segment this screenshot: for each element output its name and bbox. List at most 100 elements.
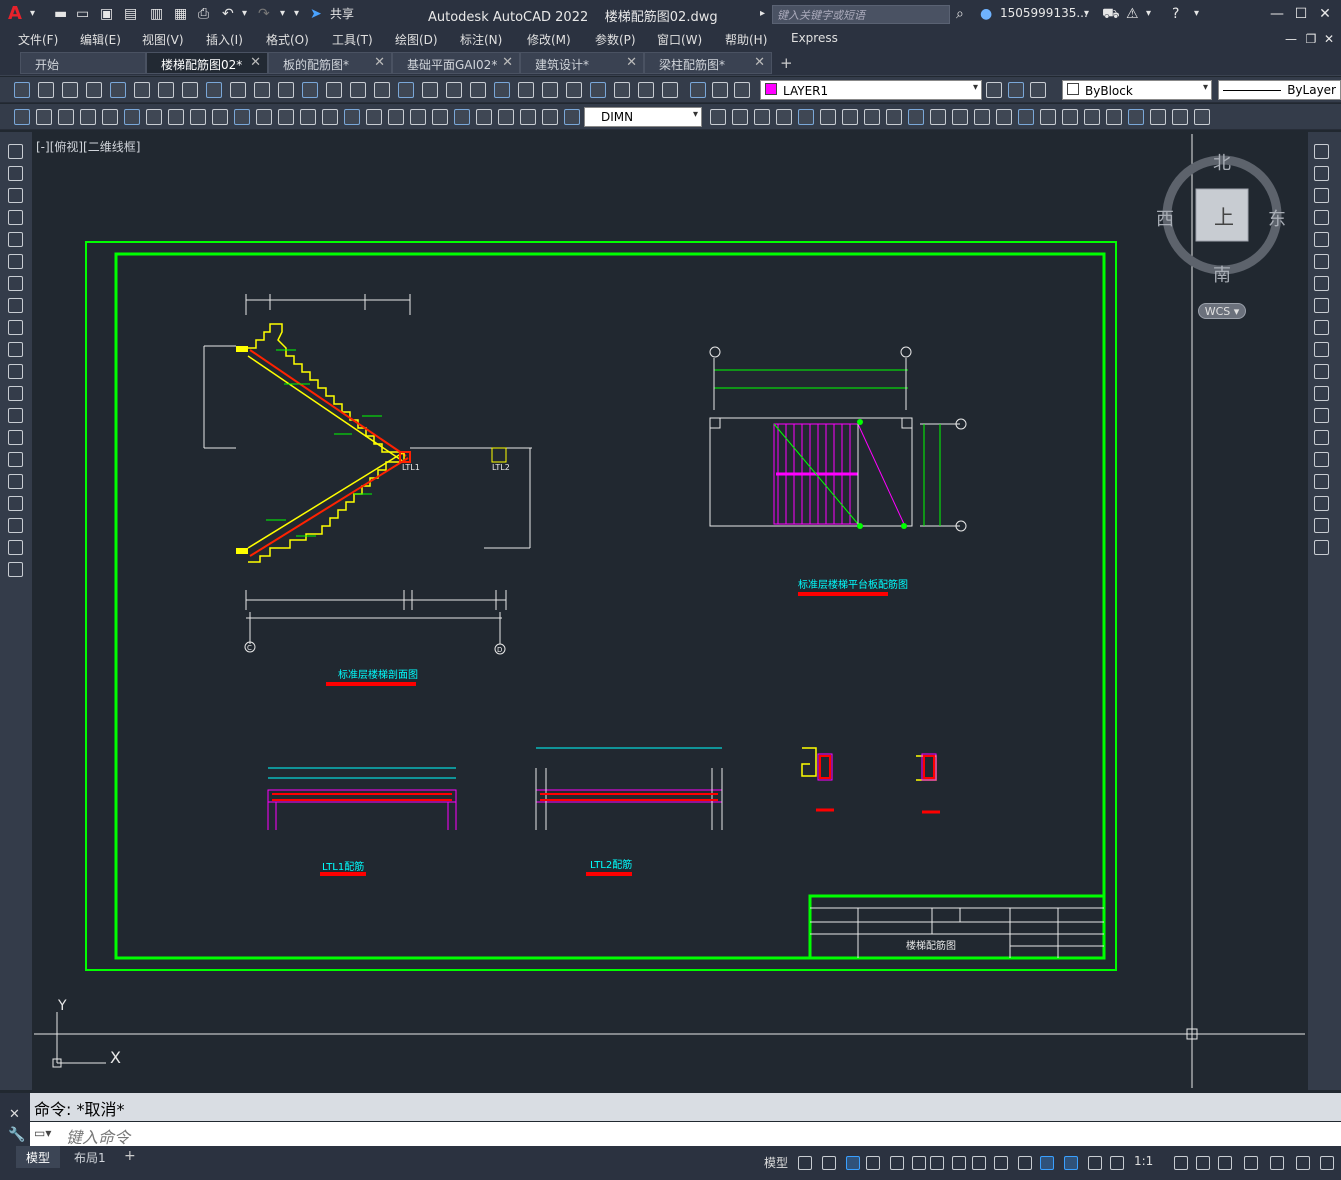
user-chevron-icon[interactable]: ▾ xyxy=(1084,6,1089,22)
dimension-tool-icon[interactable] xyxy=(168,109,184,125)
standard-tool-icon[interactable] xyxy=(230,82,246,98)
standard-tool-icon[interactable] xyxy=(302,82,318,98)
standard-tool-icon[interactable] xyxy=(86,82,102,98)
menu-edit[interactable]: 编辑(E) xyxy=(80,31,121,48)
dimension-tool-icon[interactable] xyxy=(864,109,880,125)
search-expand-icon[interactable]: ▸ xyxy=(760,6,765,22)
tab-architecture[interactable]: 建筑设计* ✕ xyxy=(520,52,644,74)
draw-tool-icon[interactable] xyxy=(8,540,23,555)
status-toggle-icon[interactable] xyxy=(1320,1156,1334,1170)
standard-tool-icon[interactable] xyxy=(422,82,438,98)
modify-tool-icon[interactable] xyxy=(1314,364,1329,379)
dimension-tool-icon[interactable] xyxy=(798,109,814,125)
publish-icon[interactable]: ▦ xyxy=(174,6,187,22)
dimension-tool-icon[interactable] xyxy=(498,109,514,125)
standard-tool-icon[interactable] xyxy=(326,82,342,98)
draw-tool-icon[interactable] xyxy=(8,320,23,335)
status-toggle-icon[interactable] xyxy=(1040,1156,1054,1170)
dimension-tool-icon[interactable] xyxy=(520,109,536,125)
standard-tool-icon[interactable] xyxy=(690,82,706,98)
standard-tool-icon[interactable] xyxy=(614,82,630,98)
modify-tool-icon[interactable] xyxy=(1314,276,1329,291)
command-close-icon[interactable]: ✕ xyxy=(9,1107,20,1122)
standard-tool-icon[interactable] xyxy=(134,82,150,98)
standard-tool-icon[interactable] xyxy=(14,82,30,98)
status-toggle-icon[interactable] xyxy=(846,1156,860,1170)
print-icon[interactable]: ⎙ xyxy=(198,6,209,22)
dimension-tool-icon[interactable] xyxy=(1172,109,1188,125)
close-icon[interactable]: ✕ xyxy=(1314,4,1336,24)
user-icon[interactable]: ● xyxy=(980,6,992,22)
modify-tool-icon[interactable] xyxy=(1314,210,1329,225)
dimension-tool-icon[interactable] xyxy=(710,109,726,125)
dimension-tool-icon[interactable] xyxy=(14,109,30,125)
layout-tab-layout1[interactable]: 布局1 xyxy=(64,1146,116,1168)
modify-tool-icon[interactable] xyxy=(1314,232,1329,247)
annotation-scale-button[interactable]: 1:1 xyxy=(1134,1154,1153,1168)
status-toggle-icon[interactable] xyxy=(952,1156,966,1170)
modify-tool-icon[interactable] xyxy=(1314,188,1329,203)
open-file-icon[interactable]: ▭ xyxy=(76,6,89,22)
dimension-tool-icon[interactable] xyxy=(1150,109,1166,125)
standard-tool-icon[interactable] xyxy=(446,82,462,98)
menu-file[interactable]: 文件(F) xyxy=(18,31,58,48)
modify-tool-icon[interactable] xyxy=(1314,320,1329,335)
doc-close-icon[interactable]: ✕ xyxy=(1318,29,1340,49)
standard-tool-icon[interactable] xyxy=(110,82,126,98)
standard-tool-icon[interactable] xyxy=(158,82,174,98)
modify-tool-icon[interactable] xyxy=(1314,254,1329,269)
standard-tool-icon[interactable] xyxy=(518,82,534,98)
dimension-tool-icon[interactable] xyxy=(886,109,902,125)
status-toggle-icon[interactable] xyxy=(1174,1156,1188,1170)
dimension-tool-icon[interactable] xyxy=(366,109,382,125)
status-toggle-icon[interactable] xyxy=(972,1156,986,1170)
menu-insert[interactable]: 插入(I) xyxy=(206,31,243,48)
linetype-dropdown[interactable]: ByLayer xyxy=(1218,80,1341,100)
dimension-tool-icon[interactable] xyxy=(732,109,748,125)
status-toggle-icon[interactable] xyxy=(890,1156,904,1170)
status-toggle-icon[interactable] xyxy=(1196,1156,1210,1170)
dimension-tool-icon[interactable] xyxy=(80,109,96,125)
dimension-tool-icon[interactable] xyxy=(1062,109,1078,125)
dimension-tool-icon[interactable] xyxy=(36,109,52,125)
redo-chevron-icon[interactable]: ▾ xyxy=(280,6,285,22)
dimension-tool-icon[interactable] xyxy=(102,109,118,125)
tab-close-icon[interactable]: ✕ xyxy=(374,55,385,70)
standard-tool-icon[interactable] xyxy=(566,82,582,98)
command-settings-wrench-icon[interactable]: 🔧 xyxy=(8,1127,25,1143)
model-space-button[interactable]: 模型 xyxy=(764,1154,788,1171)
standard-tool-icon[interactable] xyxy=(254,82,270,98)
menu-parametric[interactable]: 参数(P) xyxy=(595,31,636,48)
tab-close-icon[interactable]: ✕ xyxy=(250,55,261,70)
redo-icon[interactable]: ↷ xyxy=(258,6,270,22)
add-tab-icon[interactable]: + xyxy=(780,54,793,72)
dimstyle-dropdown[interactable]: DIMN ▾ xyxy=(584,107,702,127)
modify-tool-icon[interactable] xyxy=(1314,496,1329,511)
standard-tool-icon[interactable] xyxy=(374,82,390,98)
status-toggle-icon[interactable] xyxy=(866,1156,880,1170)
standard-tool-icon[interactable] xyxy=(712,82,728,98)
menu-express[interactable]: Express xyxy=(791,31,838,45)
status-toggle-icon[interactable] xyxy=(798,1156,812,1170)
dimension-tool-icon[interactable] xyxy=(1018,109,1034,125)
tab-start[interactable]: 开始 xyxy=(20,52,146,74)
user-account[interactable]: 1505999135... xyxy=(1000,6,1088,20)
dimension-tool-icon[interactable] xyxy=(1040,109,1056,125)
viewcube-east[interactable]: 东 xyxy=(1268,205,1286,231)
standard-tool-icon[interactable] xyxy=(494,82,510,98)
new-file-icon[interactable]: ▬ xyxy=(54,6,67,22)
viewcube-face-top[interactable]: 上 xyxy=(1214,201,1234,230)
share-button[interactable]: 共享 xyxy=(330,6,354,22)
dimension-tool-icon[interactable] xyxy=(234,109,250,125)
menu-dimension[interactable]: 标注(N) xyxy=(460,31,502,48)
draw-tool-icon[interactable] xyxy=(8,386,23,401)
status-toggle-icon[interactable] xyxy=(912,1156,926,1170)
status-toggle-icon[interactable] xyxy=(994,1156,1008,1170)
menu-tools[interactable]: 工具(T) xyxy=(332,31,373,48)
standard-tool-icon[interactable] xyxy=(62,82,78,98)
search-icon[interactable]: ⌕ xyxy=(956,6,964,22)
dimension-tool-icon[interactable] xyxy=(930,109,946,125)
modify-tool-icon[interactable] xyxy=(1314,342,1329,357)
standard-tool-icon[interactable] xyxy=(734,82,750,98)
command-line-handle[interactable]: ✕ 🔧 xyxy=(0,1093,30,1146)
